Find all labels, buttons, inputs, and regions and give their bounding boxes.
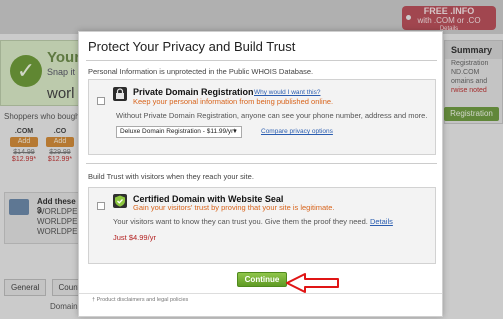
details-link[interactable]: Details [370,217,393,226]
chevron-down-icon: ▼ [232,129,238,135]
continue-button[interactable]: Continue [237,272,287,287]
privacy-shield-icon [113,87,127,101]
privacy-option-box: Private Domain Registration Why would I … [88,79,436,155]
privacy-description: Without Private Domain Registration, any… [116,111,428,120]
section1-label: Personal Information is unprotected in t… [88,67,314,76]
privacy-option-title: Private Domain Registration [133,87,254,97]
footer-disclaimer[interactable]: † Product disclaimers and legal policies [92,297,188,303]
seal-description-text: Your visitors want to know they can trus… [113,217,368,226]
seal-price: Just $4.99/yr [113,233,156,242]
seal-badge-icon [113,194,127,208]
section2-label: Build Trust with visitors when they reac… [88,172,254,181]
select-value: Deluxe Domain Registration - $11.99/yr* [120,128,236,135]
seal-checkbox[interactable] [97,202,105,210]
seal-option-box: Certified Domain with Website Seal Gain … [88,187,436,264]
divider [79,293,442,294]
privacy-tagline: Keep your personal information from bein… [133,97,334,106]
seal-tagline: Gain your visitors' trust by proving tha… [133,203,335,212]
modal-title: Protect Your Privacy and Build Trust [88,39,296,54]
registration-select[interactable]: Deluxe Domain Registration - $11.99/yr* … [116,126,242,138]
privacy-checkbox[interactable] [97,97,105,105]
compare-link[interactable]: Compare privacy options [261,128,333,135]
privacy-modal: Protect Your Privacy and Build Trust Per… [78,31,443,317]
divider [86,163,437,164]
why-link[interactable]: Why would I want this? [254,89,320,96]
seal-description: Your visitors want to know they can trus… [113,217,393,226]
annotation-arrow-icon [286,273,339,293]
divider [86,60,437,61]
